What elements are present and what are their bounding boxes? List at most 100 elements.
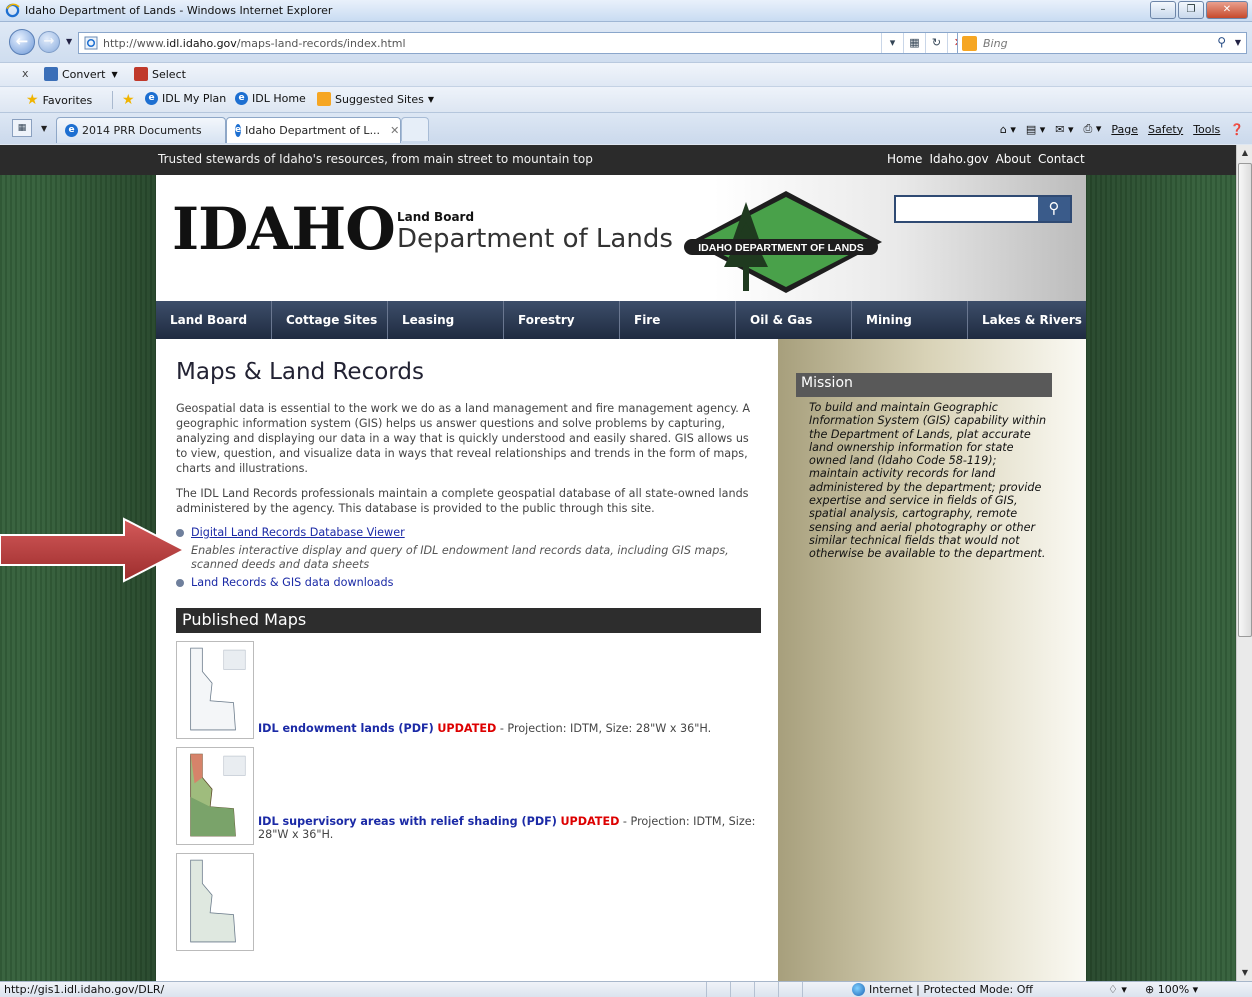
- status-cell: [802, 982, 826, 997]
- print-icon[interactable]: ⎙ ▾: [1084, 122, 1102, 136]
- map-link[interactable]: IDL supervisory areas with relief shadin…: [258, 815, 557, 828]
- convert-icon: [44, 67, 58, 81]
- ie-page-icon: e: [145, 92, 158, 105]
- safety-menu[interactable]: Safety: [1148, 123, 1183, 136]
- search-icon[interactable]: ⚲: [1217, 35, 1226, 49]
- status-cell: [778, 982, 802, 997]
- tools-menu[interactable]: Tools: [1193, 123, 1220, 136]
- nav-lakes-rivers[interactable]: Lakes & Rivers: [968, 301, 1086, 339]
- search-placeholder: Bing: [983, 37, 1008, 50]
- mail-icon[interactable]: ✉ ▾: [1055, 123, 1073, 136]
- minimize-button[interactable]: –: [1150, 1, 1176, 19]
- nav-cottage-sites[interactable]: Cottage Sites: [272, 301, 388, 339]
- map-thumbnail[interactable]: [176, 853, 254, 951]
- viewer-description: Enables interactive display and query of…: [191, 544, 729, 571]
- favorite-idl-home[interactable]: e IDL Home: [235, 92, 306, 105]
- close-tab-icon[interactable]: ✕: [390, 124, 399, 137]
- refresh-icon[interactable]: ↻: [925, 33, 947, 53]
- favorites-star-icon: ★: [26, 92, 39, 108]
- favorite-suggested-sites[interactable]: Suggested Sites ▼: [317, 92, 434, 106]
- nav-leasing[interactable]: Leasing: [388, 301, 504, 339]
- bing-icon: [962, 36, 977, 51]
- favorites-button[interactable]: ★ Favorites: [26, 92, 92, 108]
- home-icon[interactable]: ⌂ ▾: [1000, 123, 1016, 136]
- address-toolbar: ← → ▼ http://www.idl.idaho.gov/maps-land…: [0, 22, 1252, 62]
- status-url: http://gis1.idl.idaho.gov/DLR/: [4, 983, 165, 996]
- add-favorite-button[interactable]: ★: [122, 92, 139, 108]
- back-arrow-icon[interactable]: ←: [9, 29, 35, 55]
- window-title-bar: Idaho Department of Lands - Windows Inte…: [0, 0, 1252, 22]
- nav-fire[interactable]: Fire: [620, 301, 736, 339]
- zoom-level[interactable]: ⊕ 100% ▾: [1145, 983, 1198, 996]
- command-toolbar: x Convert ▼ Select: [0, 62, 1252, 86]
- mission-text: To build and maintain Geographic Informa…: [809, 401, 1047, 561]
- favorite-idl-my-plan[interactable]: e IDL My Plan: [145, 92, 226, 105]
- top-link-contact[interactable]: Contact: [1038, 152, 1085, 166]
- page-menu[interactable]: Page: [1111, 123, 1138, 136]
- intro-paragraph: Geospatial data is essential to the work…: [176, 402, 751, 475]
- favorite-label: IDL My Plan: [162, 92, 227, 105]
- nav-mining[interactable]: Mining: [852, 301, 968, 339]
- suggested-sites-dropdown-icon[interactable]: ▼: [428, 95, 434, 104]
- suggested-sites-icon: [317, 92, 331, 106]
- scroll-up-icon[interactable]: ▲: [1238, 145, 1252, 161]
- maximize-button[interactable]: ❐: [1178, 1, 1204, 19]
- vertical-scrollbar[interactable]: ▲ ▼: [1236, 145, 1252, 981]
- forward-arrow-icon[interactable]: →: [38, 31, 60, 53]
- nav-land-board[interactable]: Land Board: [156, 301, 272, 339]
- site-tagline: Trusted stewards of Idaho's resources, f…: [158, 152, 593, 166]
- page-icon: [84, 36, 98, 50]
- favorite-label: IDL Home: [252, 92, 306, 105]
- address-bar[interactable]: http://www.idl.idaho.gov/maps-land-recor…: [78, 32, 970, 54]
- map-thumbnail[interactable]: [176, 641, 254, 739]
- gis-data-downloads-link[interactable]: Land Records & GIS data downloads: [191, 576, 393, 590]
- search-options-dropdown-icon[interactable]: ▼: [1235, 38, 1241, 47]
- top-link-home[interactable]: Home: [887, 152, 922, 166]
- main-content: Maps & Land Records Geospatial data is e…: [156, 339, 778, 981]
- page-viewport: Trusted stewards of Idaho's resources, f…: [0, 145, 1236, 981]
- site-search-icon[interactable]: ⚲: [1038, 197, 1070, 221]
- internet-globe-icon: [852, 983, 865, 996]
- tab-2014-prr-documents[interactable]: e 2014 PRR Documents: [56, 117, 226, 143]
- ie-page-icon: e: [235, 124, 242, 137]
- security-zone[interactable]: Internet | Protected Mode: Off: [852, 983, 1033, 996]
- select-label: Select: [152, 67, 186, 81]
- top-link-idaho-gov[interactable]: Idaho.gov: [929, 152, 988, 166]
- top-link-about[interactable]: About: [996, 152, 1031, 166]
- status-bar: http://gis1.idl.idaho.gov/DLR/ Internet …: [0, 981, 1252, 997]
- idaho-logo-text[interactable]: IDAHO: [172, 195, 396, 263]
- map-link[interactable]: IDL endowment lands (PDF): [258, 722, 434, 735]
- scroll-down-icon[interactable]: ▼: [1238, 965, 1252, 981]
- ie-page-icon: e: [235, 92, 248, 105]
- tab-idaho-department-of-lands[interactable]: e Idaho Department of L... ✕: [226, 117, 401, 143]
- address-dropdown-icon[interactable]: ▾: [881, 33, 903, 53]
- close-button[interactable]: ✕: [1206, 1, 1248, 19]
- protected-mode-icon[interactable]: ♢ ▾: [1108, 983, 1127, 996]
- recent-pages-dropdown-icon[interactable]: ▼: [66, 37, 72, 46]
- address-url[interactable]: http://www.idl.idaho.gov/maps-land-recor…: [103, 37, 406, 50]
- compatibility-view-icon[interactable]: ▦: [903, 33, 925, 53]
- favorites-bar: ★ Favorites ★ e IDL My Plan e IDL Home S…: [0, 86, 1252, 112]
- nav-oil-gas[interactable]: Oil & Gas: [736, 301, 852, 339]
- scrollbar-thumb[interactable]: [1238, 163, 1252, 637]
- status-cell: [754, 982, 778, 997]
- favorites-label: Favorites: [42, 93, 93, 107]
- digital-land-records-viewer-link[interactable]: Digital Land Records Database Viewer: [191, 526, 405, 540]
- site-search-input[interactable]: ⚲: [894, 195, 1072, 223]
- new-tab-button[interactable]: [401, 117, 429, 141]
- search-box[interactable]: Bing ⚲ ▼: [957, 32, 1247, 54]
- feeds-icon[interactable]: ▤ ▾: [1026, 123, 1045, 136]
- close-toolbar-icon[interactable]: x: [22, 67, 29, 80]
- convert-dropdown-icon[interactable]: ▼: [112, 70, 118, 79]
- ie-logo-icon: [5, 3, 20, 18]
- ie-page-icon: e: [65, 124, 78, 137]
- help-icon[interactable]: ❓: [1230, 123, 1244, 136]
- convert-button[interactable]: Convert ▼: [44, 67, 118, 81]
- select-button[interactable]: Select: [134, 67, 186, 81]
- published-maps-heading: Published Maps: [176, 608, 761, 633]
- nav-forestry[interactable]: Forestry: [504, 301, 620, 339]
- tab-bar: ▦ ▼ e 2014 PRR Documents e Idaho Departm…: [0, 112, 1252, 144]
- tab-list-dropdown-icon[interactable]: ▼: [41, 124, 47, 133]
- quick-tabs-icon[interactable]: ▦: [12, 119, 32, 137]
- map-thumbnail[interactable]: [176, 747, 254, 845]
